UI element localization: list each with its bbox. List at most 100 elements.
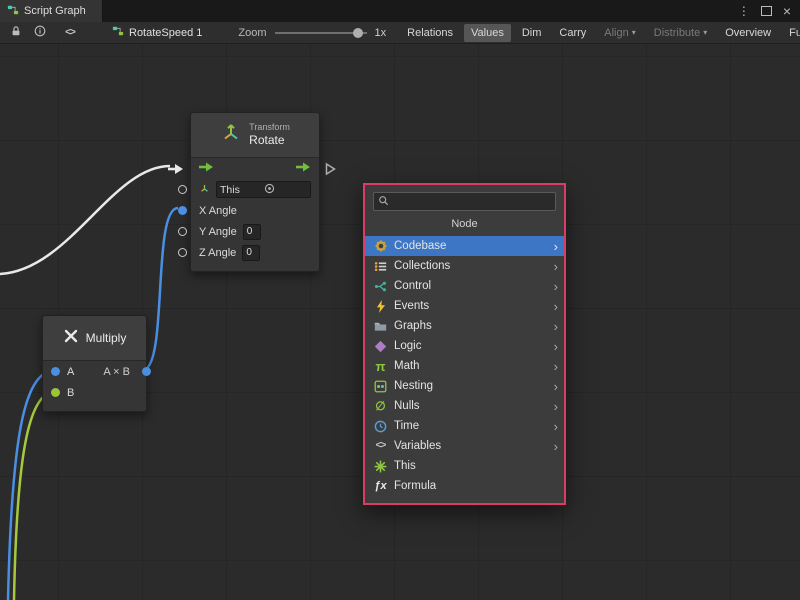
input-b-port[interactable] [51, 388, 60, 397]
rotate-node-header[interactable]: Transform Rotate [191, 113, 319, 158]
rotate-yangle-row: Y Angle 0 [191, 221, 319, 242]
multiply-b-row: B [43, 382, 146, 403]
y-angle-port[interactable] [178, 227, 187, 236]
maximize-icon[interactable] [761, 6, 772, 16]
menu-item-time[interactable]: Time › [365, 416, 564, 436]
x-angle-port[interactable] [178, 206, 187, 215]
search-input[interactable] [393, 195, 551, 209]
nulls-icon: ∅ [373, 399, 388, 414]
tab-label: Script Graph [24, 5, 86, 17]
output-label: A × B [103, 366, 130, 378]
menu-item-label: Nulls [394, 400, 420, 412]
zoom-slider-knob[interactable] [353, 28, 363, 38]
z-angle-port[interactable] [178, 248, 187, 257]
input-a-port[interactable] [51, 367, 60, 376]
rotate-node-title: Rotate [249, 133, 284, 148]
menu-item-collections[interactable]: Collections› [365, 256, 564, 276]
rotate-this-row: This [191, 179, 319, 200]
toolbar-button-values[interactable]: Values [464, 24, 511, 42]
toolbar-button-carry[interactable]: Carry [552, 24, 593, 42]
edit-code-button[interactable]: <> [52, 24, 88, 42]
menu-item-graphs[interactable]: Graphs› [365, 316, 564, 336]
menu-item-logic[interactable]: Logic› [365, 336, 564, 356]
node-transform-rotate[interactable]: Transform Rotate This [190, 112, 320, 272]
multiply-icon [63, 328, 79, 349]
toolbar-button-dim[interactable]: Dim [515, 24, 549, 42]
unity-script-graph-window: Script Graph ⋮ × <> RotateSpeed 1 Zoom 1… [0, 0, 800, 600]
this-object-field[interactable]: This [216, 181, 311, 198]
node-multiply[interactable]: Multiply A A × B B [42, 315, 147, 412]
flow-output-ghost-triangle[interactable] [325, 162, 336, 175]
menu-item-codebase[interactable]: Codebase › [365, 236, 564, 256]
close-icon[interactable]: × [783, 4, 791, 18]
chevron-right-icon: › [554, 240, 558, 253]
menu-item-label: This [394, 460, 416, 472]
object-picker-icon[interactable] [264, 183, 308, 197]
variables-icon: <> [373, 439, 388, 454]
menu-item-variables[interactable]: <> Variables › [365, 436, 564, 456]
flow-out-port-icon[interactable] [296, 162, 311, 175]
window-tab-bar: Script Graph ⋮ × [0, 0, 800, 22]
menu-item-math[interactable]: πMath› [365, 356, 564, 376]
control-icon [373, 279, 388, 294]
z-angle-label: Z Angle [199, 247, 236, 259]
graph-toolbar: <> RotateSpeed 1 Zoom 1x RelationsValues… [0, 22, 800, 44]
flow-in-port-icon[interactable] [199, 162, 214, 175]
multiply-node-header[interactable]: Multiply [43, 316, 146, 361]
flow-input-arrow[interactable] [168, 163, 184, 174]
transform-mini-icon [199, 183, 210, 197]
menu-item-label: Variables [394, 440, 441, 452]
graph-asset-icon [112, 25, 124, 40]
chevron-right-icon: › [554, 340, 558, 353]
chevron-right-icon: › [554, 440, 558, 453]
multiply-node-body: A A × B B [43, 361, 146, 411]
this-port[interactable] [178, 185, 187, 194]
lock-button[interactable] [4, 24, 28, 42]
formula-icon: ƒx [373, 479, 388, 494]
math-icon: π [373, 359, 388, 374]
z-angle-value-field[interactable]: 0 [242, 245, 260, 261]
breadcrumb[interactable]: RotateSpeed 1 [112, 25, 202, 40]
menu-item-label: Nesting [394, 380, 433, 392]
menu-item-nulls[interactable]: ∅Nulls› [365, 396, 564, 416]
menu-item-this[interactable]: This [365, 456, 564, 476]
window-controls: ⋮ × [738, 0, 800, 22]
menu-item-nesting[interactable]: Nesting› [365, 376, 564, 396]
menu-item-label: Codebase [394, 240, 446, 252]
input-b-label: B [67, 387, 74, 399]
time-icon [373, 419, 388, 434]
toolbar-button-full-screen[interactable]: Full Screen [782, 24, 800, 42]
toolbar-button-overview[interactable]: Overview [718, 24, 778, 42]
menu-item-events[interactable]: Events› [365, 296, 564, 316]
multiply-a-row: A A × B [43, 361, 146, 382]
menu-item-label: Formula [394, 480, 436, 492]
info-button[interactable] [28, 24, 52, 42]
search-box[interactable] [373, 192, 556, 211]
kebab-menu-icon[interactable]: ⋮ [738, 5, 750, 17]
y-angle-label: Y Angle [199, 226, 237, 238]
chevron-right-icon: › [554, 420, 558, 433]
collections-icon [373, 259, 388, 274]
chevron-right-icon: › [554, 300, 558, 313]
multiply-output-port[interactable] [142, 367, 151, 376]
y-angle-value-field[interactable]: 0 [243, 224, 261, 240]
menu-item-label: Time [394, 420, 419, 432]
rotate-node-body: This X Angle Y Angle 0 Z Angle 0 [191, 158, 319, 271]
script-graph-icon [7, 4, 19, 19]
x-angle-label: X Angle [199, 205, 237, 217]
dropdown-arrow-icon: ▾ [703, 28, 707, 37]
toolbar-button-relations[interactable]: Relations [400, 24, 460, 42]
toolbar-button-distribute: Distribute▾ [647, 24, 714, 42]
dropdown-arrow-icon: ▾ [632, 28, 636, 37]
codebase-icon [373, 239, 388, 254]
tab-script-graph[interactable]: Script Graph [0, 0, 103, 22]
breadcrumb-label: RotateSpeed 1 [129, 27, 202, 39]
menu-item-control[interactable]: Control› [365, 276, 564, 296]
menu-item-formula[interactable]: ƒx Formula [365, 476, 564, 496]
rotate-zangle-row: Z Angle 0 [191, 242, 319, 263]
transform-icon [220, 122, 242, 149]
menu-title: Node [365, 214, 564, 234]
toolbar-button-label: Align [604, 27, 628, 39]
input-a-label: A [67, 366, 74, 378]
zoom-slider[interactable] [275, 32, 367, 34]
